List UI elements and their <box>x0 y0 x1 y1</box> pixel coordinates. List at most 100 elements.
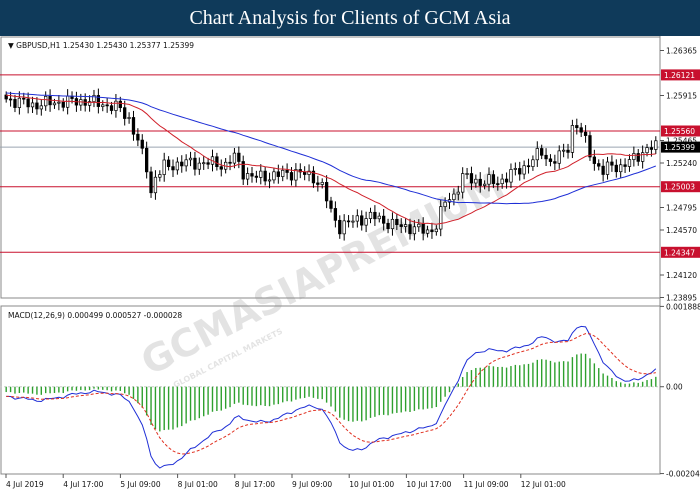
candle-body <box>136 133 140 141</box>
candle-body <box>320 182 324 185</box>
chart: GCMASIAPREMIUM GLOBAL CAPITAL MARKETS 1.… <box>0 36 700 500</box>
candle-body <box>491 174 496 184</box>
candle-body <box>592 156 597 164</box>
candle-body <box>118 100 122 109</box>
candle-body <box>482 183 487 186</box>
candle-body <box>8 98 13 101</box>
candle-body <box>289 172 294 181</box>
candle-body <box>57 101 61 104</box>
price-tick-label: 1.26365 <box>666 47 697 56</box>
candle-body <box>417 223 421 228</box>
level-badge-label: 1.26121 <box>664 71 695 80</box>
candle-body <box>513 168 517 170</box>
candle-body <box>412 226 417 235</box>
candle-body <box>215 156 219 168</box>
candle-body <box>184 159 188 167</box>
candle-body <box>127 117 131 119</box>
candle-body <box>623 164 627 167</box>
candle-body <box>52 102 57 106</box>
macd-tick-label: 0.00 <box>666 383 683 392</box>
candle-body <box>614 164 618 173</box>
candle-body <box>443 201 447 208</box>
candle-body <box>373 211 377 220</box>
candle-body <box>338 219 342 235</box>
candle-body <box>377 215 381 220</box>
candle-body <box>553 161 557 164</box>
candle-body <box>425 229 430 234</box>
candle-body <box>272 171 276 181</box>
candle-body <box>206 162 210 165</box>
candle-body <box>645 147 649 154</box>
candle-body <box>166 159 171 167</box>
candle-body <box>654 140 658 150</box>
candle-body <box>197 162 201 170</box>
candle-body <box>649 147 654 150</box>
candle-body <box>601 165 605 175</box>
candle-body <box>250 173 254 177</box>
candle-body <box>17 97 22 108</box>
candle-body <box>342 220 346 235</box>
candle-body <box>285 169 289 173</box>
symbol-label-ohlc: 1.25430 1.25430 1.25377 1.25399 <box>63 41 194 50</box>
time-tick-label: 4 Jul 2019 <box>6 480 44 489</box>
page-title: Chart Analysis for Clients of GCM Asia <box>189 7 511 29</box>
candle-body <box>259 170 263 178</box>
candle-body <box>421 223 425 234</box>
candle-body <box>245 173 250 180</box>
candle-body <box>140 139 144 149</box>
candle-body <box>588 135 592 158</box>
candle-body <box>153 176 158 194</box>
candle-body <box>390 218 395 230</box>
candle-body <box>158 174 162 178</box>
candle-body <box>408 224 412 235</box>
candle-body <box>526 165 531 168</box>
candle-body <box>202 162 206 165</box>
macd-tick-label: 0.001888 <box>666 302 700 311</box>
time-tick-label: 9 Jul 09:00 <box>292 480 332 489</box>
candle-body <box>469 173 474 184</box>
time-tick-label: 10 Jul 17:00 <box>406 480 451 489</box>
candle-body <box>219 166 223 170</box>
candle-body <box>619 164 623 173</box>
candle-body <box>399 224 403 227</box>
macd-tick-label: -0.002041 <box>666 470 700 479</box>
header-bar: Chart Analysis for Clients of GCM Asia <box>0 0 700 36</box>
candle-body <box>535 148 539 161</box>
candle-body <box>44 96 48 107</box>
candle-body <box>579 127 583 133</box>
price-tick-label: 1.24570 <box>666 226 697 235</box>
candle-body <box>180 161 184 167</box>
candle-body <box>39 105 43 110</box>
candle-body <box>540 148 544 156</box>
macd-label: MACD(12,26,9) 0.000499 0.000527 -0.00002… <box>8 311 182 320</box>
candle-body <box>605 161 610 175</box>
candle-body <box>531 159 535 167</box>
candle-body <box>13 99 17 108</box>
candle-body <box>597 163 601 167</box>
price-tick-label: 1.24120 <box>666 271 697 280</box>
candle-body <box>162 159 166 175</box>
candle-body <box>22 97 26 100</box>
candle-body <box>237 152 241 162</box>
time-tick-label: 4 Jul 17:00 <box>63 480 103 489</box>
candle-body <box>478 178 482 186</box>
candle-body <box>263 170 267 182</box>
price-tick-label: 1.23895 <box>666 294 697 303</box>
candle-body <box>627 159 632 167</box>
level-badge-label: 1.25560 <box>664 127 695 136</box>
candle-body <box>500 178 504 185</box>
candle-body <box>254 175 259 178</box>
candle-body <box>149 171 153 194</box>
candle-body <box>461 173 465 193</box>
time-tick-label: 12 Jul 01:00 <box>521 480 566 489</box>
candle-body <box>382 215 386 224</box>
candle-body <box>109 105 114 111</box>
candle-body <box>386 222 390 230</box>
candle-body <box>575 125 579 129</box>
candle-body <box>232 152 237 164</box>
candle-body <box>456 191 460 195</box>
candle-body <box>193 157 197 170</box>
candle-body <box>496 183 500 185</box>
candle-body <box>175 161 180 171</box>
candle-body <box>610 161 614 166</box>
